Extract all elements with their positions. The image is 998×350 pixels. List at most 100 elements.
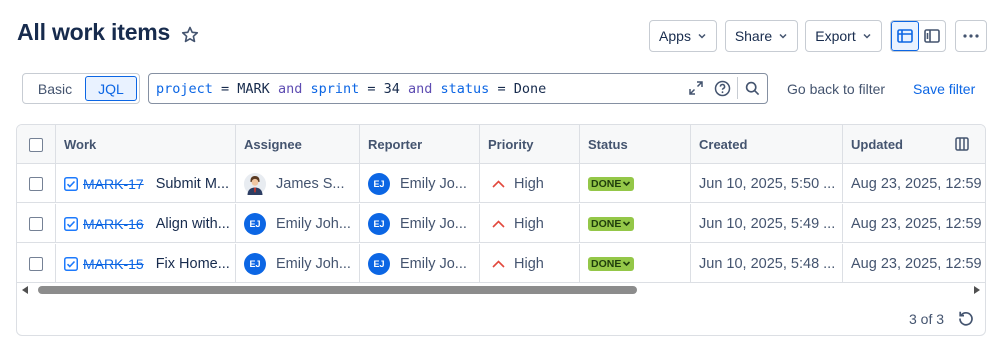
column-assignee[interactable]: Assignee [236, 125, 360, 164]
column-picker-icon[interactable] [955, 137, 969, 151]
status-label: DONE [591, 257, 622, 270]
priority-high-icon [492, 219, 505, 228]
column-priority[interactable]: Priority [480, 125, 580, 164]
work-item-key[interactable]: MARK-16 [83, 216, 144, 232]
reporter-name: Emily Jo... [400, 255, 467, 272]
assignee-name: Emily Joh... [276, 215, 351, 232]
created-cell: Jun 10, 2025, 5:49 ... [691, 204, 843, 243]
row-select-cell [17, 244, 56, 283]
chevron-down-icon [779, 33, 787, 39]
work-item-summary[interactable]: Submit M... [156, 176, 229, 192]
avatar: EJ [244, 212, 266, 235]
scroll-right-arrow-icon[interactable] [974, 286, 980, 294]
row-select-cell [17, 164, 56, 203]
priority-cell[interactable]: High [480, 204, 580, 243]
updated-cell: Aug 23, 2025, 12:59 ... [851, 215, 986, 232]
avatar [244, 172, 266, 195]
work-items-table: Work Assignee Reporter Priority Status C… [16, 124, 986, 336]
column-updated[interactable]: Updated [843, 125, 985, 164]
refresh-icon[interactable] [957, 309, 975, 327]
search-mode-toggle: Basic JQL [22, 73, 140, 104]
row-checkbox[interactable] [29, 256, 43, 271]
row-checkbox[interactable] [29, 176, 43, 191]
save-filter-link[interactable]: Save filter [913, 81, 975, 97]
row-checkbox[interactable] [29, 216, 43, 231]
list-view-button[interactable] [891, 21, 919, 51]
expand-button[interactable] [685, 77, 707, 99]
help-button[interactable] [711, 77, 733, 99]
avatar: EJ [368, 172, 390, 195]
chevron-down-icon [623, 221, 631, 227]
select-all-cell [17, 125, 56, 164]
jql-input[interactable]: project = MARK and sprint = 34 and statu… [148, 73, 768, 104]
select-all-checkbox[interactable] [29, 137, 43, 152]
split-view-icon [924, 29, 940, 43]
export-button[interactable]: Export [805, 20, 882, 52]
table-row[interactable]: MARK-15 Fix Home... EJ Emily Joh... EJ E… [17, 244, 986, 283]
reporter-cell[interactable]: EJ Emily Jo... [360, 164, 480, 203]
reporter-name: Emily Jo... [400, 175, 467, 192]
column-reporter[interactable]: Reporter [360, 125, 480, 164]
search-icon [745, 81, 760, 95]
status-cell[interactable]: DONE [580, 164, 691, 203]
reporter-cell[interactable]: EJ Emily Jo... [360, 204, 480, 243]
status-badge[interactable]: DONE [588, 256, 635, 271]
assignee-name: Emily Joh... [276, 255, 351, 272]
chevron-down-icon [863, 33, 871, 39]
assignee-cell[interactable]: EJ Emily Joh... [236, 244, 360, 283]
jql-mode-button[interactable]: JQL [85, 76, 137, 101]
work-cell: MARK-17 Submit M... [56, 164, 236, 203]
status-badge[interactable]: DONE [588, 216, 635, 231]
column-work[interactable]: Work [56, 125, 236, 164]
detail-view-button[interactable] [919, 21, 945, 51]
more-icon [963, 34, 979, 38]
apps-button[interactable]: Apps [649, 20, 717, 52]
table-row[interactable]: MARK-16 Align with... EJ Emily Joh... EJ… [17, 204, 986, 243]
status-label: DONE [591, 177, 622, 190]
priority-cell[interactable]: High [480, 244, 580, 283]
chevron-down-icon [623, 181, 631, 187]
reporter-name: Emily Jo... [400, 215, 467, 232]
status-label: DONE [591, 217, 622, 230]
table-row[interactable]: MARK-17 Submit M... James S... EJ Emily … [17, 164, 985, 203]
assignee-cell[interactable]: EJ Emily Joh... [236, 204, 360, 243]
result-count: 3 of 3 [909, 311, 945, 327]
page-title: All work items [17, 19, 171, 45]
column-status[interactable]: Status [580, 125, 691, 164]
created-cell: Jun 10, 2025, 5:48 ... [691, 244, 843, 283]
status-cell[interactable]: DONE [580, 244, 691, 283]
search-button[interactable] [737, 77, 763, 99]
star-icon[interactable] [180, 25, 200, 45]
horizontal-scrollbar[interactable] [17, 282, 985, 298]
basic-mode-button[interactable]: Basic [25, 76, 85, 101]
reporter-cell[interactable]: EJ Emily Jo... [360, 244, 480, 283]
status-cell[interactable]: DONE [580, 204, 691, 243]
assignee-cell[interactable]: James S... [236, 164, 360, 203]
avatar: EJ [368, 252, 390, 275]
priority-high-icon [492, 179, 505, 188]
go-back-to-filter-link[interactable]: Go back to filter [787, 81, 885, 97]
updated-cell: Aug 23, 2025, 12:59 ... [851, 255, 986, 272]
work-cell: MARK-16 Align with... [56, 204, 236, 243]
priority-label: High [514, 215, 544, 232]
scroll-left-arrow-icon[interactable] [22, 286, 28, 294]
priority-cell[interactable]: High [480, 164, 580, 203]
work-item-summary[interactable]: Fix Home... [156, 256, 230, 272]
more-actions-button[interactable] [955, 20, 987, 52]
scrollbar-thumb[interactable] [38, 286, 637, 294]
work-item-key[interactable]: MARK-15 [83, 256, 144, 272]
share-button[interactable]: Share [725, 20, 798, 52]
apps-button-label: Apps [659, 28, 691, 44]
table-header: Work Assignee Reporter Priority Status C… [17, 125, 985, 164]
avatar: EJ [244, 252, 266, 275]
work-item-key[interactable]: MARK-17 [83, 176, 144, 192]
avatar: EJ [368, 212, 390, 235]
work-item-summary[interactable]: Align with... [156, 216, 230, 232]
task-icon [64, 176, 78, 191]
status-badge[interactable]: DONE [588, 176, 635, 191]
created-cell: Jun 10, 2025, 5:50 ... [691, 164, 843, 203]
chevron-down-icon [623, 261, 631, 267]
chevron-down-icon [698, 33, 706, 39]
column-created[interactable]: Created [691, 125, 843, 164]
person-avatar-icon [244, 172, 266, 195]
